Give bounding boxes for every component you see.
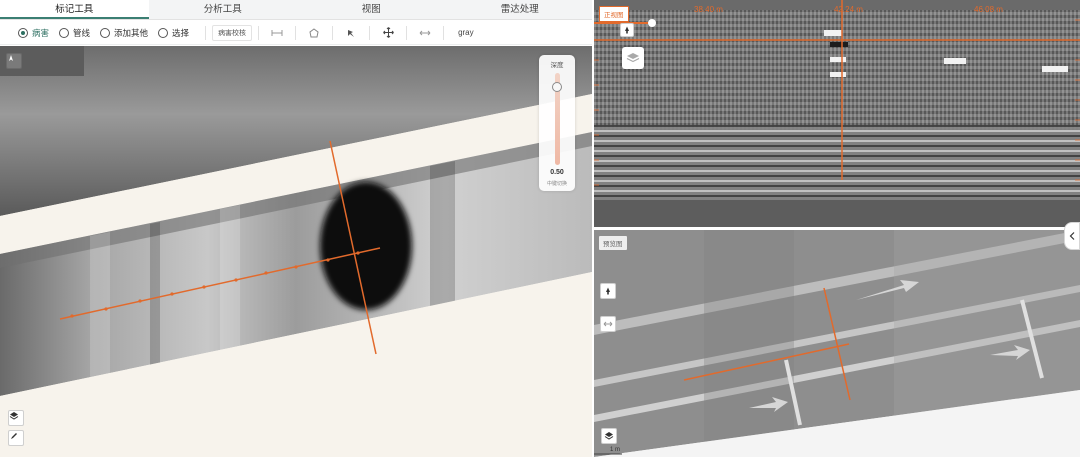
layers-button[interactable] <box>8 410 24 426</box>
tab-view[interactable]: 视图 <box>297 0 446 19</box>
toolbar-divider <box>258 25 260 40</box>
toolbar-divider <box>443 25 445 40</box>
radio-disease[interactable]: 病害 <box>18 27 49 39</box>
compass-button[interactable] <box>6 53 22 69</box>
radio-label: 管线 <box>73 27 91 38</box>
radio-dot <box>100 27 111 38</box>
distance-label: 42.24 m <box>834 5 863 14</box>
tool-tabs: 标记工具 分析工具 视图 雷达处理 <box>0 0 594 20</box>
plan-compass-button[interactable] <box>600 283 616 299</box>
radar-layers-button[interactable] <box>622 47 644 69</box>
depth-title: 深度 <box>550 62 564 69</box>
toolbar-divider <box>406 25 408 40</box>
tab-analysis-tools[interactable]: 分析工具 <box>149 0 298 19</box>
plan-measure-button[interactable] <box>600 316 616 332</box>
distance-label: 46.08 m <box>974 5 1003 14</box>
depth-value: 0.50 <box>550 169 564 176</box>
toolbar-divider <box>205 25 207 40</box>
radio-select[interactable]: 选择 <box>158 27 189 39</box>
preview-tag: 预览图 <box>599 236 627 250</box>
measure-line-icon[interactable] <box>267 25 287 41</box>
color-mode-label[interactable]: gray <box>458 28 474 37</box>
radar-canvas <box>594 0 1080 228</box>
pin-icon[interactable] <box>341 25 361 41</box>
scale-label: 1 m <box>610 447 621 453</box>
distance-label: 38.40 m <box>694 5 723 14</box>
mark-toolbar: 病害 管线 添加其他 选择 病害校核 gray <box>0 21 594 45</box>
radar-bscan-panel[interactable]: 正视图 38.40 m 42.24 m 46.08 m <box>594 0 1080 228</box>
radio-dot <box>59 27 70 38</box>
radio-label: 选择 <box>172 27 190 38</box>
tab-radar-processing[interactable]: 雷达处理 <box>446 0 595 19</box>
collapse-panel-button[interactable] <box>1064 222 1080 250</box>
depth-slider-handle[interactable] <box>552 82 562 93</box>
plan-canvas <box>594 230 1080 457</box>
app-root: 标记工具 分析工具 视图 雷达处理 病害 管线 添加其他 选择 病害校核 gra… <box>0 0 1080 457</box>
toolbar-divider <box>369 25 371 40</box>
map-canvas[interactable] <box>0 46 592 457</box>
radio-add-other[interactable]: 添加其他 <box>100 27 148 39</box>
depth-slider-panel: 深度 0.50 中键切换 <box>539 55 575 191</box>
radio-dot <box>18 27 28 38</box>
chevron-left-icon <box>1069 232 1075 240</box>
front-view-tag: 正视图 <box>599 6 629 22</box>
plan-layers-button[interactable] <box>601 428 617 444</box>
map-viewer[interactable]: 深度 0.50 中键切换 <box>0 46 592 457</box>
depth-hint: 中键切换 <box>546 181 567 187</box>
radio-label: 添加其他 <box>114 27 149 38</box>
pencil-button[interactable] <box>8 430 24 446</box>
radio-label: 病害 <box>32 27 50 38</box>
radar-compass-button[interactable] <box>620 23 634 37</box>
radio-pipeline[interactable]: 管线 <box>59 27 90 39</box>
toolbar-divider <box>295 25 297 40</box>
double-arrow-icon[interactable] <box>415 25 435 41</box>
tab-mark-tools[interactable]: 标记工具 <box>0 0 149 19</box>
move-icon[interactable] <box>378 25 398 41</box>
anomaly-blob <box>320 182 412 310</box>
plan-preview-panel[interactable]: 预览图 1 m <box>594 230 1080 457</box>
disease-check-button[interactable]: 病害校核 <box>212 24 253 41</box>
toolbar-divider <box>332 25 334 40</box>
polygon-icon[interactable] <box>304 25 324 41</box>
radio-dot <box>158 27 169 38</box>
